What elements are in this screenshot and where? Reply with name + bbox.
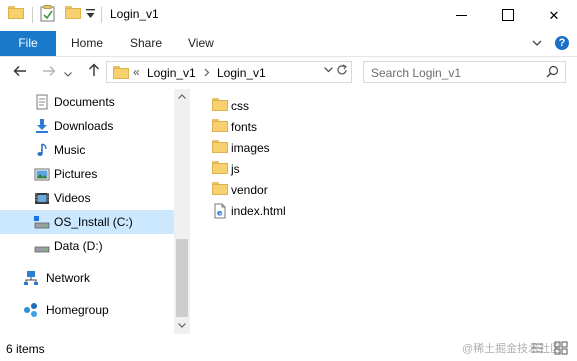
navigation-pane: Documents Downloads Music Pictures Video… <box>0 89 190 334</box>
scroll-thumb[interactable] <box>176 239 188 317</box>
file-item-fonts[interactable]: fonts <box>212 116 412 137</box>
file-item-vendor[interactable]: vendor <box>212 179 412 200</box>
sidebar-item-os-install[interactable]: OS_Install (C:) <box>0 210 174 234</box>
sidebar-item-documents[interactable]: Documents <box>0 90 174 114</box>
address-bar[interactable]: « Login_v1 Login_v1 <box>106 61 352 83</box>
sidebar-item-pictures[interactable]: Pictures <box>0 162 174 186</box>
close-icon: ✕ <box>548 8 560 23</box>
videos-icon <box>34 190 50 206</box>
tab-home[interactable]: Home <box>71 31 103 56</box>
help-button[interactable]: ? <box>555 36 569 50</box>
folder-icon <box>212 182 228 198</box>
network-icon <box>23 270 39 286</box>
minimize-icon <box>456 15 467 16</box>
downloads-icon <box>34 118 50 134</box>
folder-icon <box>212 140 228 156</box>
sidebar-item-music[interactable]: Music <box>0 138 174 162</box>
folder-icon <box>212 119 228 135</box>
folder-icon <box>113 66 129 79</box>
large-icons-view-button[interactable] <box>554 341 568 355</box>
refresh-icon <box>336 64 347 75</box>
drive-icon <box>34 214 50 230</box>
maximize-button[interactable] <box>485 0 531 31</box>
watermark: @稀土掘金技术社区 <box>462 343 562 355</box>
file-item-images[interactable]: images <box>212 137 412 158</box>
divider <box>32 7 33 23</box>
chevron-down-icon <box>64 72 72 77</box>
details-view-button[interactable] <box>530 341 544 355</box>
back-button[interactable] <box>10 63 30 83</box>
folder-icon <box>212 98 228 114</box>
navigation-scrollbar[interactable] <box>174 89 190 334</box>
file-item-js[interactable]: js <box>212 158 412 179</box>
ribbon: File Home Share View ? <box>0 31 577 57</box>
chevron-down-icon <box>178 323 186 328</box>
expand-ribbon-button[interactable] <box>530 37 544 51</box>
search-icon <box>546 65 559 81</box>
scroll-up-button[interactable] <box>174 89 190 105</box>
details-view-icon <box>531 343 543 353</box>
sidebar-item-network[interactable]: Network <box>0 266 174 290</box>
up-arrow-icon <box>89 63 99 76</box>
properties-icon[interactable] <box>40 5 56 25</box>
pictures-icon <box>34 166 50 182</box>
window-title: Login_v1 <box>110 7 159 21</box>
forward-button[interactable] <box>39 63 59 83</box>
breadcrumb-item[interactable]: Login_v1 <box>147 66 196 80</box>
svg-text:e: e <box>217 209 223 218</box>
item-count: 6 items <box>6 342 45 356</box>
forward-arrow-icon <box>43 66 56 76</box>
breadcrumb-item[interactable]: Login_v1 <box>217 66 266 80</box>
sidebar-item-downloads[interactable]: Downloads <box>0 114 174 138</box>
breadcrumb-separator-icon[interactable] <box>204 66 210 80</box>
file-item-index-html[interactable]: e index.html <box>212 200 412 221</box>
sidebar-item-data-drive[interactable]: Data (D:) <box>0 234 174 258</box>
file-list: css fonts images js vendor e index.html <box>190 89 577 334</box>
sidebar-item-homegroup[interactable]: Homegroup <box>0 298 174 322</box>
music-icon <box>34 142 50 158</box>
tab-share[interactable]: Share <box>130 31 162 56</box>
status-bar: 6 items @稀土掘金技术社区 <box>0 335 577 361</box>
up-button[interactable] <box>84 63 104 83</box>
folder-icon <box>212 161 228 177</box>
file-item-css[interactable]: css <box>212 95 412 116</box>
divider <box>101 7 102 23</box>
html-file-icon: e <box>212 203 228 219</box>
refresh-button[interactable] <box>332 61 352 83</box>
new-folder-icon[interactable] <box>65 6 81 22</box>
sidebar-item-videos[interactable]: Videos <box>0 186 174 210</box>
chevron-down-icon <box>532 40 542 46</box>
tab-view[interactable]: View <box>188 31 214 56</box>
back-arrow-icon <box>13 66 26 76</box>
overflow-chevron[interactable]: « <box>133 65 140 79</box>
folder-icon <box>8 6 24 22</box>
drive-icon <box>34 238 50 254</box>
search-box[interactable]: Search Login_v1 <box>363 61 566 83</box>
customize-toolbar-icon[interactable] <box>86 8 95 22</box>
scroll-down-button[interactable] <box>174 318 190 334</box>
minimize-button[interactable] <box>439 0 485 31</box>
chevron-up-icon <box>178 94 186 99</box>
search-input[interactable]: Search Login_v1 <box>371 66 461 80</box>
tab-file[interactable]: File <box>0 31 56 56</box>
address-row: « Login_v1 Login_v1 Search Login_v1 <box>0 57 577 89</box>
close-button[interactable]: ✕ <box>531 0 577 31</box>
title-bar: Login_v1 ✕ <box>0 0 577 31</box>
large-icons-view-icon <box>554 341 568 355</box>
homegroup-icon <box>23 302 39 318</box>
maximize-icon <box>502 9 514 21</box>
documents-icon <box>34 94 50 110</box>
recent-locations-button[interactable] <box>62 63 74 83</box>
